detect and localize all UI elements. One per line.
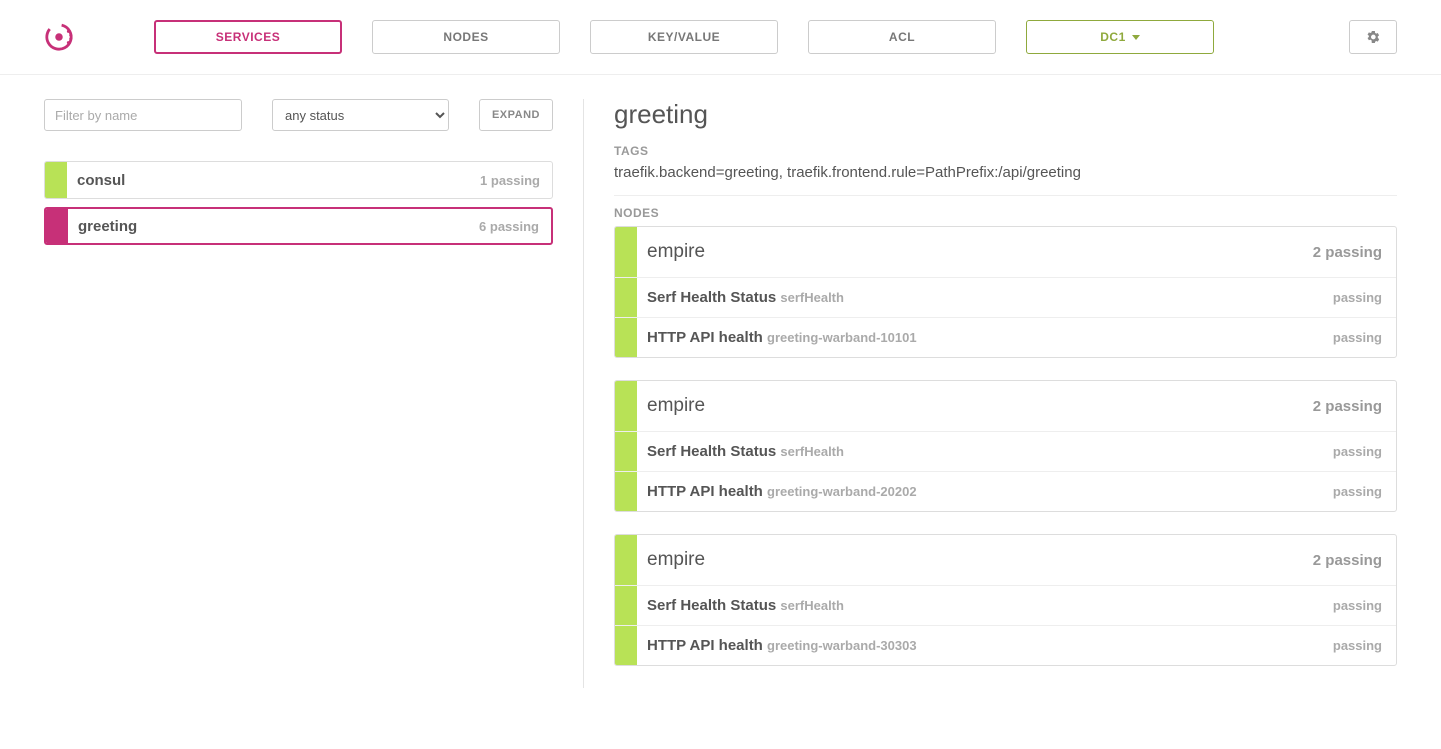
status-stripe bbox=[615, 586, 637, 625]
service-item-consul[interactable]: consul1 passing bbox=[44, 161, 553, 199]
check-label: Serf Health Status serfHealth bbox=[637, 289, 854, 306]
filter-input[interactable] bbox=[44, 99, 242, 131]
nav-kv[interactable]: KEY/VALUE bbox=[590, 20, 778, 54]
nav-acl[interactable]: ACL bbox=[808, 20, 996, 54]
status-stripe bbox=[615, 381, 637, 431]
node-header[interactable]: empire2 passing bbox=[615, 227, 1396, 277]
check-result: passing bbox=[1319, 330, 1396, 345]
node-header[interactable]: empire2 passing bbox=[615, 535, 1396, 585]
check-label: HTTP API health greeting-warband-10101 bbox=[637, 329, 927, 346]
status-stripe bbox=[615, 535, 637, 585]
check-row[interactable]: Serf Health Status serfHealth passing bbox=[615, 431, 1396, 471]
page-title: greeting bbox=[614, 99, 1397, 130]
status-stripe bbox=[615, 472, 637, 511]
service-count: 6 passing bbox=[467, 219, 551, 234]
status-select[interactable]: any status bbox=[272, 99, 449, 131]
check-row[interactable]: Serf Health Status serfHealth passing bbox=[615, 277, 1396, 317]
left-controls: any status EXPAND bbox=[44, 99, 553, 131]
main: any status EXPAND consul1 passing greetin… bbox=[0, 75, 1441, 712]
expand-button[interactable]: EXPAND bbox=[479, 99, 553, 131]
caret-down-icon bbox=[1132, 35, 1140, 40]
status-stripe bbox=[46, 209, 68, 243]
node-header[interactable]: empire2 passing bbox=[615, 381, 1396, 431]
check-result: passing bbox=[1319, 484, 1396, 499]
nodes-container: empire2 passingSerf Health Status serfHe… bbox=[614, 226, 1397, 666]
nav: SERVICES NODES KEY/VALUE ACL DC1 bbox=[154, 20, 1319, 54]
check-row[interactable]: HTTP API health greeting-warband-10101 pa… bbox=[615, 317, 1396, 357]
service-name: greeting bbox=[68, 218, 467, 235]
node-count: 2 passing bbox=[1299, 244, 1396, 261]
node-count: 2 passing bbox=[1299, 398, 1396, 415]
service-list: consul1 passing greeting6 passing bbox=[44, 161, 553, 245]
topbar: SERVICES NODES KEY/VALUE ACL DC1 bbox=[0, 0, 1441, 75]
detail-panel: greeting TAGS traefik.backend=greeting, … bbox=[584, 99, 1397, 688]
service-name: consul bbox=[67, 172, 468, 189]
check-sub: serfHealth bbox=[780, 444, 844, 459]
check-row[interactable]: HTTP API health greeting-warband-30303 pa… bbox=[615, 625, 1396, 665]
check-result: passing bbox=[1319, 638, 1396, 653]
check-sub: greeting-warband-10101 bbox=[767, 330, 917, 345]
status-stripe bbox=[615, 432, 637, 471]
check-sub: serfHealth bbox=[780, 598, 844, 613]
check-result: passing bbox=[1319, 444, 1396, 459]
node-name: empire bbox=[637, 241, 1299, 263]
check-label: Serf Health Status serfHealth bbox=[637, 443, 854, 460]
status-stripe bbox=[615, 318, 637, 357]
status-stripe bbox=[615, 626, 637, 665]
tags-label: TAGS bbox=[614, 144, 1397, 158]
services-panel: any status EXPAND consul1 passing greetin… bbox=[44, 99, 584, 688]
tags-value: traefik.backend=greeting, traefik.fronte… bbox=[614, 164, 1397, 181]
node-count: 2 passing bbox=[1299, 552, 1396, 569]
check-row[interactable]: Serf Health Status serfHealth passing bbox=[615, 585, 1396, 625]
node-card: empire2 passingSerf Health Status serfHe… bbox=[614, 380, 1397, 512]
nodes-label: NODES bbox=[614, 195, 1397, 220]
settings-button[interactable] bbox=[1349, 20, 1397, 54]
consul-logo-icon bbox=[44, 22, 74, 52]
status-stripe bbox=[45, 162, 67, 198]
node-name: empire bbox=[637, 395, 1299, 417]
gear-icon bbox=[1365, 29, 1381, 45]
node-name: empire bbox=[637, 549, 1299, 571]
service-item-greeting[interactable]: greeting6 passing bbox=[44, 207, 553, 245]
check-label: HTTP API health greeting-warband-20202 bbox=[637, 483, 927, 500]
check-row[interactable]: HTTP API health greeting-warband-20202 pa… bbox=[615, 471, 1396, 511]
service-count: 1 passing bbox=[468, 173, 552, 188]
check-label: Serf Health Status serfHealth bbox=[637, 597, 854, 614]
node-card: empire2 passingSerf Health Status serfHe… bbox=[614, 534, 1397, 666]
nav-datacenter[interactable]: DC1 bbox=[1026, 20, 1214, 54]
node-card: empire2 passingSerf Health Status serfHe… bbox=[614, 226, 1397, 358]
nav-services[interactable]: SERVICES bbox=[154, 20, 342, 54]
check-result: passing bbox=[1319, 598, 1396, 613]
check-sub: serfHealth bbox=[780, 290, 844, 305]
check-sub: greeting-warband-20202 bbox=[767, 484, 917, 499]
nav-nodes[interactable]: NODES bbox=[372, 20, 560, 54]
status-stripe bbox=[615, 227, 637, 277]
check-sub: greeting-warband-30303 bbox=[767, 638, 917, 653]
check-label: HTTP API health greeting-warband-30303 bbox=[637, 637, 927, 654]
check-result: passing bbox=[1319, 290, 1396, 305]
status-stripe bbox=[615, 278, 637, 317]
